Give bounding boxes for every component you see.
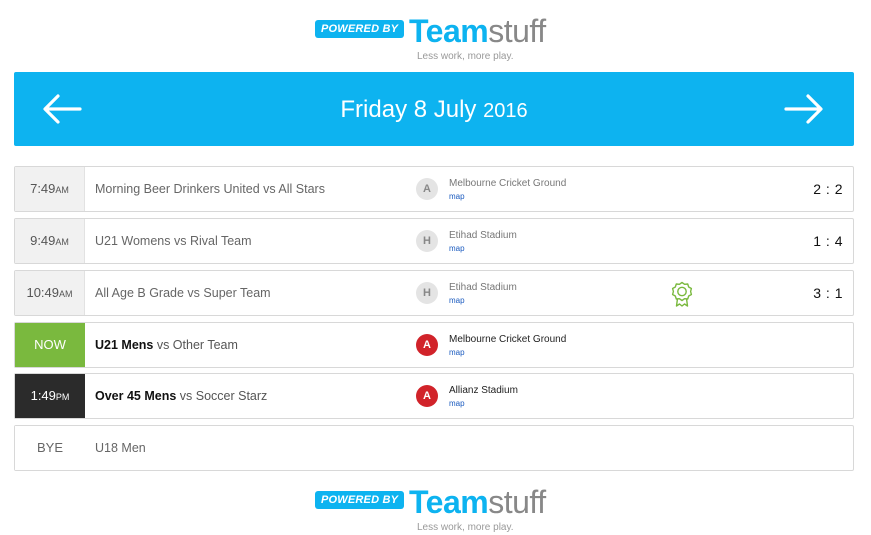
game-row[interactable]: NOW U21 Mens vs Other Team A Melbourne C… [14, 322, 854, 368]
venue-name: Allianz Stadium [449, 385, 518, 396]
map-link[interactable]: map [449, 192, 465, 201]
map-link[interactable]: map [449, 348, 465, 357]
date-navigation-bar: Friday 8 July 2016 [14, 72, 854, 146]
game-time: 1:49PM [15, 374, 85, 418]
game-time: 9:49AM [15, 219, 85, 263]
map-link[interactable]: map [449, 244, 465, 253]
bye-row[interactable]: BYE U18 Men [14, 425, 854, 471]
venue-type-badge: A [416, 178, 438, 200]
venue-type-badge: A [416, 334, 438, 356]
game-score: 2 : 2 [813, 181, 843, 197]
date-main: Friday 8 July [340, 96, 477, 123]
game-time: 7:49AM [15, 167, 85, 211]
venue-type-badge: H [416, 282, 438, 304]
game-matchup: Morning Beer Drinkers United vs All Star… [95, 182, 325, 196]
bye-label: BYE [15, 426, 85, 470]
teamstuff-wordmark: Teamstuff [409, 484, 546, 520]
bye-team: U18 Men [95, 441, 146, 455]
tagline: Less work, more play. [417, 51, 514, 62]
game-row[interactable]: 9:49AM U21 Womens vs Rival Team H Etihad… [14, 218, 854, 264]
date-title: Friday 8 July 2016 [14, 96, 854, 124]
venue-name: Melbourne Cricket Ground [449, 334, 567, 345]
game-row[interactable]: 10:49AM All Age B Grade vs Super Team H … [14, 270, 854, 316]
tagline: Less work, more play. [417, 522, 514, 533]
game-score: 1 : 4 [813, 233, 843, 249]
game-matchup: U21 Womens vs Rival Team [95, 234, 252, 248]
game-matchup: U21 Mens vs Other Team [95, 338, 238, 352]
game-matchup: Over 45 Mens vs Soccer Starz [95, 389, 268, 403]
date-year: 2016 [483, 100, 528, 122]
game-score: 3 : 1 [813, 285, 843, 301]
map-link[interactable]: map [449, 296, 465, 305]
award-ribbon-icon [671, 281, 693, 307]
powered-by-teamstuff-logo: POWERED BY Teamstuff Less work, more pla… [315, 13, 560, 62]
game-matchup: All Age B Grade vs Super Team [95, 286, 271, 300]
teamstuff-wordmark: Teamstuff [409, 13, 546, 49]
powered-by-badge: POWERED BY [315, 20, 405, 38]
venue-name: Etihad Stadium [449, 282, 517, 293]
venue-name: Melbourne Cricket Ground [449, 178, 567, 189]
venue-type-badge: H [416, 230, 438, 252]
game-row[interactable]: 7:49AM Morning Beer Drinkers United vs A… [14, 166, 854, 212]
game-time: 10:49AM [15, 271, 85, 315]
venue-type-badge: A [416, 385, 438, 407]
arrow-right-icon[interactable] [784, 93, 824, 125]
map-link[interactable]: map [449, 399, 465, 408]
game-row[interactable]: 1:49PM Over 45 Mens vs Soccer Starz A Al… [14, 373, 854, 419]
powered-by-teamstuff-logo-footer: POWERED BY Teamstuff Less work, more pla… [315, 484, 560, 533]
powered-by-badge: POWERED BY [315, 491, 405, 509]
game-time-now: NOW [15, 323, 85, 367]
venue-name: Etihad Stadium [449, 230, 517, 241]
